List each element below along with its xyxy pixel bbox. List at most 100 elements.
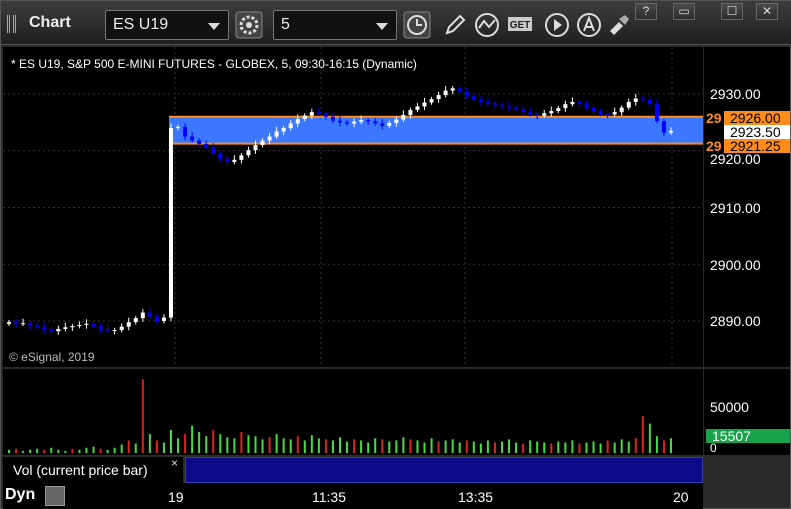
volume-tick: 50000 — [710, 399, 749, 415]
candle-body — [556, 108, 561, 112]
candle-body — [197, 140, 202, 144]
price-tick: 2900.00 — [710, 257, 761, 273]
candle-body — [21, 323, 26, 325]
symbol-value: ES U19 — [113, 16, 169, 33]
candle-body — [295, 118, 300, 124]
candle-body — [577, 101, 582, 105]
price-chart[interactable]: * ES U19, S&P 500 E-MINI FUTURES - GLOBE… — [3, 47, 703, 367]
chart-window: Chart ES U19 5 GET ? ▭ ☐ ✕ * ES U19, S&P… — [0, 0, 791, 509]
candle-body — [35, 325, 40, 328]
draw-button[interactable] — [441, 11, 469, 39]
volume-plot[interactable] — [3, 369, 703, 455]
volume-chart[interactable] — [3, 369, 703, 455]
restore-button[interactable]: ▭ — [673, 3, 695, 20]
interval-value: 5 — [281, 16, 290, 33]
volume-study-bar[interactable] — [185, 457, 703, 483]
candle-body — [436, 95, 441, 100]
volume-axis[interactable]: 50000 15507 0 — [704, 369, 790, 455]
candle-body — [669, 130, 673, 133]
price-zone — [169, 116, 703, 144]
candle-body — [302, 115, 307, 119]
candle-body — [119, 326, 124, 331]
candle-body — [112, 330, 117, 332]
settings-button[interactable] — [235, 11, 263, 39]
candle-body — [380, 123, 385, 126]
candle-body — [507, 106, 512, 109]
candle-body — [140, 312, 145, 319]
candle-body — [450, 88, 455, 91]
candle-body — [478, 99, 483, 102]
chart-line-icon — [475, 13, 499, 37]
close-icon[interactable]: × — [171, 456, 178, 470]
time-tick: 20 — [673, 489, 689, 505]
candle-body — [14, 322, 19, 324]
candle-body — [619, 107, 624, 113]
play-icon — [545, 13, 569, 37]
interval-select[interactable]: 5 — [273, 10, 397, 40]
candle-body — [63, 327, 68, 329]
studies-button[interactable] — [473, 11, 501, 39]
candle-body — [260, 140, 265, 146]
candle-body — [225, 158, 230, 163]
price-axis[interactable]: 2930.00 2920.00 2910.00 2900.00 2890.00 … — [704, 47, 790, 367]
candle-body — [77, 324, 82, 327]
candle-body — [542, 113, 547, 116]
candle-body — [612, 112, 617, 115]
candle-body — [28, 323, 33, 326]
candle-body — [563, 104, 568, 109]
close-button[interactable]: ✕ — [756, 3, 778, 20]
volume-legend: Vol (current price bar) — [3, 457, 183, 483]
replay-button[interactable] — [543, 11, 571, 39]
window-title: Chart — [29, 14, 71, 31]
price-plot[interactable] — [3, 47, 703, 367]
candle-body — [366, 120, 371, 122]
candle-body — [98, 326, 103, 329]
maximize-button[interactable]: ☐ — [721, 3, 743, 20]
candle-body — [528, 112, 533, 115]
chevron-down-icon — [376, 23, 388, 30]
svg-text:GET: GET — [510, 20, 531, 31]
alert-icon — [577, 13, 601, 37]
candle-body — [338, 120, 342, 123]
candle-body — [316, 112, 321, 114]
get-button[interactable]: GET — [507, 11, 535, 39]
lock-icon[interactable] — [45, 486, 65, 506]
candle-body — [147, 312, 152, 317]
tools-button[interactable] — [605, 11, 633, 39]
candle-body — [288, 123, 293, 129]
candle-body — [281, 128, 286, 132]
candle-body — [239, 155, 244, 160]
candle-body — [161, 317, 166, 321]
time-axis[interactable]: 19 11:35 13:35 20 — [3, 483, 703, 509]
candle-body — [387, 122, 392, 126]
help-button[interactable]: ? — [635, 3, 657, 20]
candle-body — [626, 101, 631, 108]
candle-body — [514, 108, 519, 110]
price-tick: 2930.00 — [710, 86, 761, 102]
candle-body — [598, 111, 603, 114]
time-button[interactable] — [403, 11, 431, 39]
candle-body — [91, 323, 96, 327]
time-tick: 11:35 — [312, 489, 346, 505]
symbol-select[interactable]: ES U19 — [105, 10, 229, 40]
candle-body — [168, 128, 173, 318]
grip-icon[interactable] — [7, 15, 21, 33]
chart-header: * ES U19, S&P 500 E-MINI FUTURES - GLOBE… — [11, 57, 417, 71]
candle-body — [415, 106, 420, 110]
candle-body — [422, 102, 427, 107]
price-tick: 2910.00 — [710, 200, 761, 216]
candle-body — [42, 327, 47, 330]
alert-button[interactable] — [575, 11, 603, 39]
candle-body — [647, 99, 652, 105]
gear-icon — [235, 11, 263, 39]
candle-body — [84, 323, 89, 325]
candle-body — [605, 113, 610, 115]
candle-body — [457, 88, 462, 92]
candle-body — [345, 122, 350, 124]
last-price-tag: 2923.50 — [724, 125, 790, 139]
candle-body — [570, 101, 575, 105]
candle-body — [401, 114, 406, 120]
dynamic-mode-label[interactable]: Dyn — [5, 486, 35, 504]
candle-body — [323, 113, 328, 117]
candle-body — [154, 316, 159, 321]
